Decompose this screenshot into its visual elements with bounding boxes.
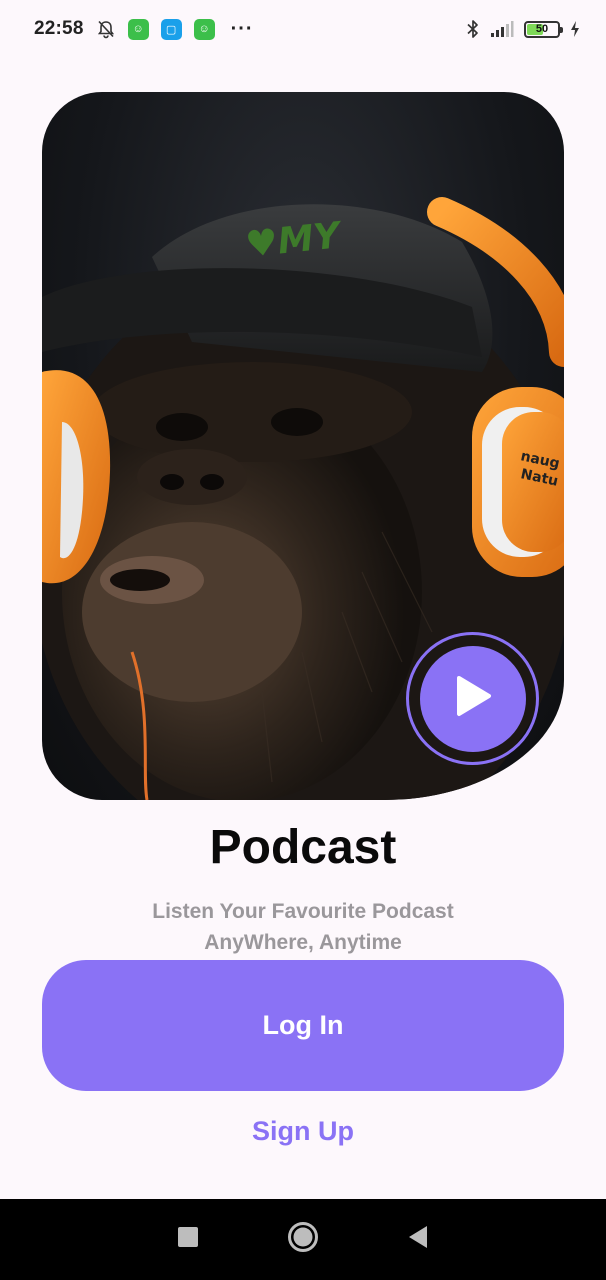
bell-off-icon [96, 19, 116, 39]
recents-button[interactable] [163, 1215, 213, 1265]
status-time: 22:58 [34, 18, 84, 39]
back-button[interactable] [393, 1215, 443, 1265]
app-notification-icon: ☺ [193, 18, 215, 40]
battery-level: 50 [535, 23, 549, 35]
app-notification-icon: ☺ [127, 18, 149, 40]
play-icon [453, 674, 493, 723]
more-notifications-icon: ··· [230, 17, 254, 40]
status-right: 50 [466, 19, 580, 39]
status-left: 22:58 ☺ ▢ ☺ ··· [34, 18, 254, 41]
home-button[interactable] [278, 1215, 328, 1265]
subtitle-line-1: Listen Your Favourite Podcast [152, 900, 454, 923]
recents-square-icon [177, 1226, 199, 1253]
login-button[interactable]: Log In [42, 960, 564, 1091]
app-notification-icon: ▢ [160, 18, 182, 40]
bluetooth-icon [466, 19, 480, 39]
signup-link[interactable]: Sign Up [0, 1116, 606, 1147]
status-bar: 22:58 ☺ ▢ ☺ ··· 50 [0, 0, 606, 58]
system-nav-bar [0, 1199, 606, 1280]
subtitle-line-2: AnyWhere, Anytime [204, 931, 402, 954]
page-subtitle: Listen Your Favourite Podcast AnyWhere, … [103, 896, 503, 958]
page-title: Podcast [209, 821, 397, 874]
charging-icon [570, 20, 580, 38]
back-triangle-icon [407, 1225, 429, 1254]
play-button-ring [406, 632, 539, 765]
home-circle-icon [287, 1221, 319, 1258]
signal-icon [490, 20, 514, 38]
battery-cap [560, 26, 563, 33]
battery-icon: 50 [524, 20, 563, 38]
play-button[interactable] [419, 645, 526, 752]
